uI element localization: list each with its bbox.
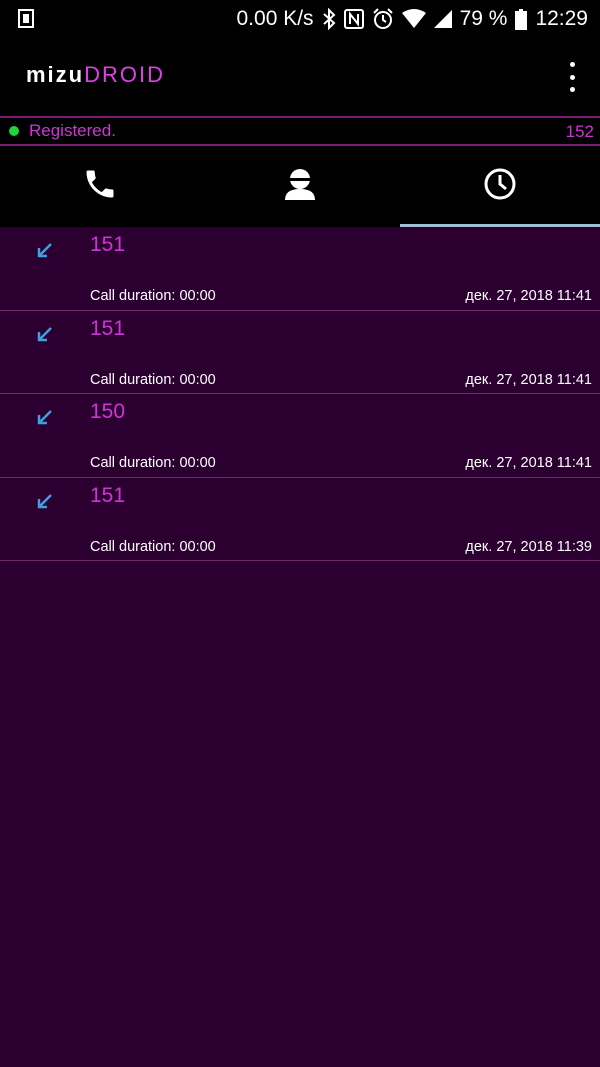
status-bar: 0.00 K/s 79 % 12:29	[0, 0, 600, 38]
call-duration: Call duration: 00:00	[90, 455, 216, 471]
call-date: дек. 27, 2018 11:39	[465, 538, 592, 555]
incoming-call-icon	[36, 325, 54, 348]
battery-percent: 79 %	[459, 7, 508, 30]
signal-icon	[433, 10, 452, 28]
clock: 12:29	[535, 7, 588, 30]
call-date: дек. 27, 2018 11:41	[465, 288, 592, 304]
call-date: дек. 27, 2018 11:41	[465, 371, 592, 388]
logo-text-droid: DROID	[84, 62, 166, 87]
call-log-item[interactable]: 150 Call duration: 00:00 дек. 27, 2018 1…	[0, 394, 600, 478]
app-bar: mizuDROID	[0, 38, 600, 116]
call-log-item[interactable]: 151 Call duration: 00:00 дек. 27, 2018 1…	[0, 478, 600, 561]
tab-contacts[interactable]	[200, 146, 400, 227]
call-number: 151	[90, 316, 126, 340]
registration-status: Registered.	[29, 121, 116, 140]
call-log-list: 151 Call duration: 00:00 дек. 27, 2018 1…	[0, 227, 600, 561]
incoming-call-icon	[36, 408, 54, 431]
alarm-icon	[372, 8, 394, 30]
app-logo: mizuDROID	[26, 62, 165, 88]
nfc-icon	[343, 9, 364, 29]
tab-call-history[interactable]	[400, 146, 600, 227]
phone-icon	[82, 166, 118, 207]
clock-icon	[483, 167, 517, 206]
call-log-item[interactable]: 151 Call duration: 00:00 дек. 27, 2018 1…	[0, 311, 600, 394]
tab-bar	[0, 146, 600, 227]
call-log-item[interactable]: 151 Call duration: 00:00 дек. 27, 2018 1…	[0, 227, 600, 311]
call-duration: Call duration: 00:00	[90, 288, 216, 304]
registration-status-bar: Registered. 152	[0, 116, 600, 146]
call-number: 151	[90, 233, 126, 256]
account-number: 152	[565, 122, 594, 141]
call-number: 150	[90, 400, 126, 423]
call-duration: Call duration: 00:00	[90, 538, 216, 555]
logo-text-mizu: mizu	[26, 62, 85, 87]
call-number: 151	[90, 483, 126, 507]
bluetooth-icon	[322, 8, 336, 30]
incoming-call-icon	[36, 492, 54, 515]
contact-icon	[283, 167, 317, 206]
network-speed: 0.00 K/s	[236, 7, 314, 30]
wifi-icon	[401, 9, 426, 29]
overflow-menu-icon[interactable]	[564, 62, 580, 92]
call-date: дек. 27, 2018 11:41	[465, 455, 592, 471]
registered-indicator-icon	[9, 126, 19, 136]
call-duration: Call duration: 00:00	[90, 371, 216, 388]
battery-icon	[515, 8, 528, 30]
sim-card-icon	[18, 9, 34, 33]
incoming-call-icon	[36, 241, 54, 264]
tab-dialer[interactable]	[0, 146, 200, 227]
